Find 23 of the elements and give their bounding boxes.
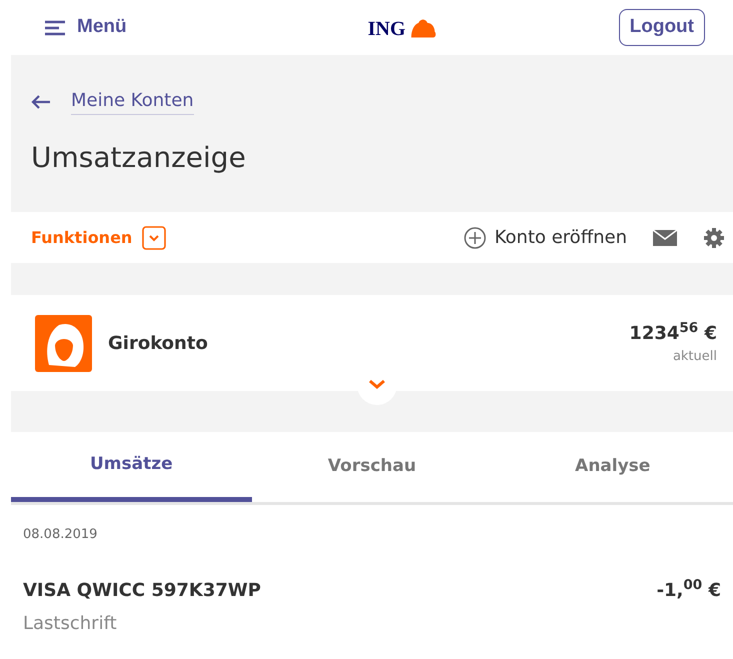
open-account-button[interactable]: Konto eröffnen [464,224,627,251]
menu-icon [45,20,65,36]
page-title: Umsatzanzeige [31,140,247,176]
transaction-type: Lastschrift [23,612,118,636]
chevron-down-icon [142,226,166,250]
transaction-title: VISA QWICC 597K37WP [23,578,261,602]
back-arrow-icon[interactable] [31,94,51,108]
account-name: Girokonto [108,332,208,356]
transaction-amount: -1,$^{00}$ € [656,576,721,602]
chevron-down-icon [368,379,386,389]
settings-icon[interactable] [703,226,725,248]
plus-circle-icon [464,226,486,248]
logo-text: ING [368,18,406,38]
balance-label: aktuell [672,348,717,366]
menu-button[interactable]: Menü [45,13,127,42]
breadcrumb-link[interactable]: Meine Konten [71,88,194,115]
transaction-date: 08.08.2019 [23,526,98,544]
tab[interactable]: Vorschau [252,432,492,502]
mail-icon[interactable] [653,230,677,246]
tab[interactable]: Umsätze [11,432,252,502]
logout-button[interactable]: Logout [618,9,705,46]
account-balance: 1234$^{56}$ € [629,320,717,346]
tab[interactable]: Analyse [492,432,733,502]
